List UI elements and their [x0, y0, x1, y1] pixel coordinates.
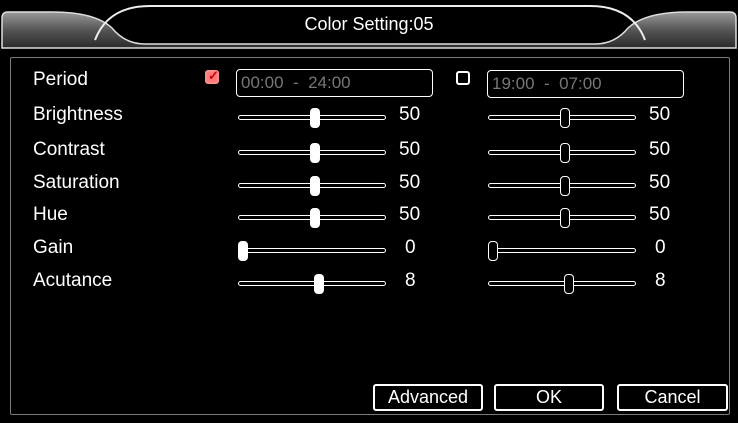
period2-time-field[interactable]: 19:00 - 07:00: [487, 70, 684, 98]
saturation-slider-1[interactable]: [238, 175, 386, 197]
dialog-title: Color Setting:05: [304, 14, 434, 34]
acutance-value-2: 8: [655, 270, 666, 291]
slider-thumb[interactable]: [564, 274, 574, 294]
hue-label: Hue: [33, 204, 68, 225]
hue-value-2: 50: [649, 204, 671, 225]
slider-thumb[interactable]: [238, 241, 248, 261]
brightness-label: Brightness: [33, 104, 123, 125]
period-label: Period: [33, 69, 88, 90]
slider-thumb[interactable]: [560, 143, 570, 163]
contrast-slider-2[interactable]: [488, 142, 636, 164]
hue-slider-1[interactable]: [238, 207, 386, 229]
brightness-value-2: 50: [649, 104, 671, 125]
title-bar: Color Setting:05: [0, 0, 738, 52]
saturation-value-2: 50: [649, 172, 671, 193]
checkmark-icon: ✓: [208, 68, 219, 83]
contrast-label: Contrast: [33, 139, 105, 160]
brightness-value-1: 50: [399, 104, 421, 125]
brightness-slider-2[interactable]: [488, 107, 636, 129]
advanced-button[interactable]: Advanced: [373, 384, 483, 411]
hue-value-1: 50: [399, 204, 421, 225]
slider-thumb[interactable]: [310, 108, 320, 128]
acutance-slider-2[interactable]: [488, 273, 636, 295]
gain-label: Gain: [33, 237, 74, 258]
saturation-slider-2[interactable]: [488, 175, 636, 197]
color-setting-dialog: Color Setting:05 Period ✓ 00:00 - 24:00 …: [0, 0, 738, 423]
slider-thumb[interactable]: [560, 108, 570, 128]
slider-track: [238, 281, 386, 286]
slider-thumb[interactable]: [314, 274, 324, 294]
acutance-label: Acutance: [33, 270, 113, 291]
slider-track: [238, 248, 386, 253]
cancel-button[interactable]: Cancel: [617, 384, 728, 411]
period1-checkbox[interactable]: ✓: [205, 68, 219, 84]
gain-value-2: 0: [655, 237, 666, 258]
slider-thumb[interactable]: [488, 241, 498, 261]
contrast-value-2: 50: [649, 139, 671, 160]
slider-track: [488, 281, 636, 286]
contrast-slider-1[interactable]: [238, 142, 386, 164]
brightness-slider-1[interactable]: [238, 107, 386, 129]
hue-slider-2[interactable]: [488, 207, 636, 229]
saturation-label: Saturation: [33, 172, 120, 193]
period2-checkbox[interactable]: [456, 71, 470, 85]
contrast-value-1: 50: [399, 139, 421, 160]
period1-time-field[interactable]: 00:00 - 24:00: [236, 69, 433, 97]
acutance-value-1: 8: [405, 270, 416, 291]
saturation-value-1: 50: [399, 172, 421, 193]
slider-track: [488, 248, 636, 253]
ok-button[interactable]: OK: [494, 384, 604, 411]
gain-slider-1[interactable]: [238, 240, 386, 262]
gain-slider-2[interactable]: [488, 240, 636, 262]
slider-thumb[interactable]: [560, 208, 570, 228]
slider-thumb[interactable]: [310, 208, 320, 228]
slider-thumb[interactable]: [560, 176, 570, 196]
slider-thumb[interactable]: [310, 176, 320, 196]
gain-value-1: 0: [405, 237, 416, 258]
slider-thumb[interactable]: [310, 143, 320, 163]
acutance-slider-1[interactable]: [238, 273, 386, 295]
